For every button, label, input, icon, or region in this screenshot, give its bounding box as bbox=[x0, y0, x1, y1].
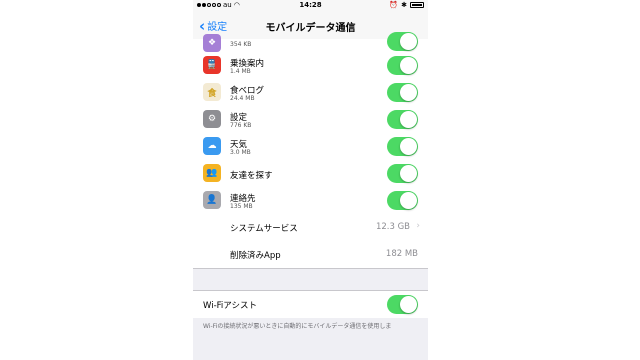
app-data-size: 1.4 MB bbox=[230, 68, 251, 75]
system-services-label: システムサービス bbox=[230, 224, 298, 234]
app-row: 👥 友達を探す bbox=[193, 160, 428, 187]
cellular-data-toggle[interactable] bbox=[387, 191, 418, 210]
toggle-knob bbox=[400, 192, 417, 209]
app-list: ❖ 354 KB 🚆 乗換案内 1.4 MB 食食べログ 24.4 MB ⚙ 設定 776 KB ☁… bbox=[193, 32, 428, 214]
app-data-size: 776 KB bbox=[230, 122, 252, 129]
status-right: ⏰ ✱ bbox=[389, 1, 424, 9]
app-data-size: 3.0 MB bbox=[230, 149, 251, 156]
cellular-data-toggle[interactable] bbox=[387, 83, 418, 102]
deleted-apps-value: 182 MB bbox=[385, 249, 418, 259]
toggle-knob bbox=[400, 111, 417, 128]
app-row: ☁ 天気 3.0 MB bbox=[193, 133, 428, 160]
wifi-assist-label: Wi-Fiアシスト bbox=[203, 301, 257, 311]
friends-icon: 👥 bbox=[203, 164, 221, 182]
app-data-size: 135 MB bbox=[230, 203, 253, 210]
app-row: ❖ 354 KB bbox=[193, 32, 428, 52]
app-row: 🚆 乗換案内 1.4 MB bbox=[193, 52, 428, 79]
settings-list: ❖ 354 KB 🚆 乗換案内 1.4 MB 食食べログ 24.4 MB ⚙ 設定 776 KB ☁… bbox=[193, 32, 428, 335]
battery-icon bbox=[410, 2, 424, 8]
section-gap bbox=[193, 268, 428, 291]
cellular-data-toggle[interactable] bbox=[387, 164, 418, 183]
status-bar: au ◠ 14:28 ⏰ ✱ bbox=[193, 0, 428, 11]
cellular-data-toggle[interactable] bbox=[387, 110, 418, 129]
contacts-icon: 👤 bbox=[203, 191, 221, 209]
app-data-size: 24.4 MB bbox=[230, 95, 255, 102]
wifi-assist-description: Wi-Fiの接続状況が悪いときに自動的にモバイルデータ通信を使用しま bbox=[203, 323, 392, 330]
system-services-row[interactable]: システムサービス 12.3 GB › bbox=[193, 214, 428, 241]
toggle-knob bbox=[400, 84, 417, 101]
deleted-apps-row: 削除済みApp 182 MB bbox=[193, 241, 428, 268]
app-data-size: 354 KB bbox=[230, 41, 252, 48]
bluetooth-icon: ✱ bbox=[401, 1, 407, 9]
app-icon-purple: ❖ bbox=[203, 34, 221, 52]
system-services-value: 12.3 GB bbox=[375, 222, 410, 232]
cellular-data-toggle[interactable] bbox=[387, 32, 418, 51]
alarm-icon: ⏰ bbox=[389, 1, 399, 9]
app-row: ⚙ 設定 776 KB bbox=[193, 106, 428, 133]
toggle-knob bbox=[400, 57, 417, 74]
train-icon: 🚆 bbox=[203, 56, 221, 74]
wifi-assist-toggle[interactable] bbox=[387, 295, 418, 314]
deleted-apps-label: 削除済みApp bbox=[230, 251, 281, 261]
wifi-assist-row: Wi-Fiアシスト bbox=[193, 291, 428, 318]
gear-icon: ⚙ bbox=[203, 110, 221, 128]
toggle-knob bbox=[400, 296, 417, 313]
chevron-right-icon: › bbox=[416, 221, 420, 231]
phone-screen: au ◠ 14:28 ⏰ ✱ ‹ 設定 モバイルデータ通信 ❖ 354 KB 🚆 乗換… bbox=[193, 0, 428, 360]
toggle-knob bbox=[400, 138, 417, 155]
app-name: 友達を探す bbox=[230, 171, 273, 181]
toggle-knob bbox=[400, 33, 417, 50]
app-row: 👤 連絡先 135 MB bbox=[193, 187, 428, 214]
cellular-data-toggle[interactable] bbox=[387, 137, 418, 156]
toggle-knob bbox=[400, 165, 417, 182]
app-row: 食食べログ 24.4 MB bbox=[193, 79, 428, 106]
tabelog-icon: 食 bbox=[203, 83, 221, 101]
cellular-data-toggle[interactable] bbox=[387, 56, 418, 75]
weather-icon: ☁ bbox=[203, 137, 221, 155]
